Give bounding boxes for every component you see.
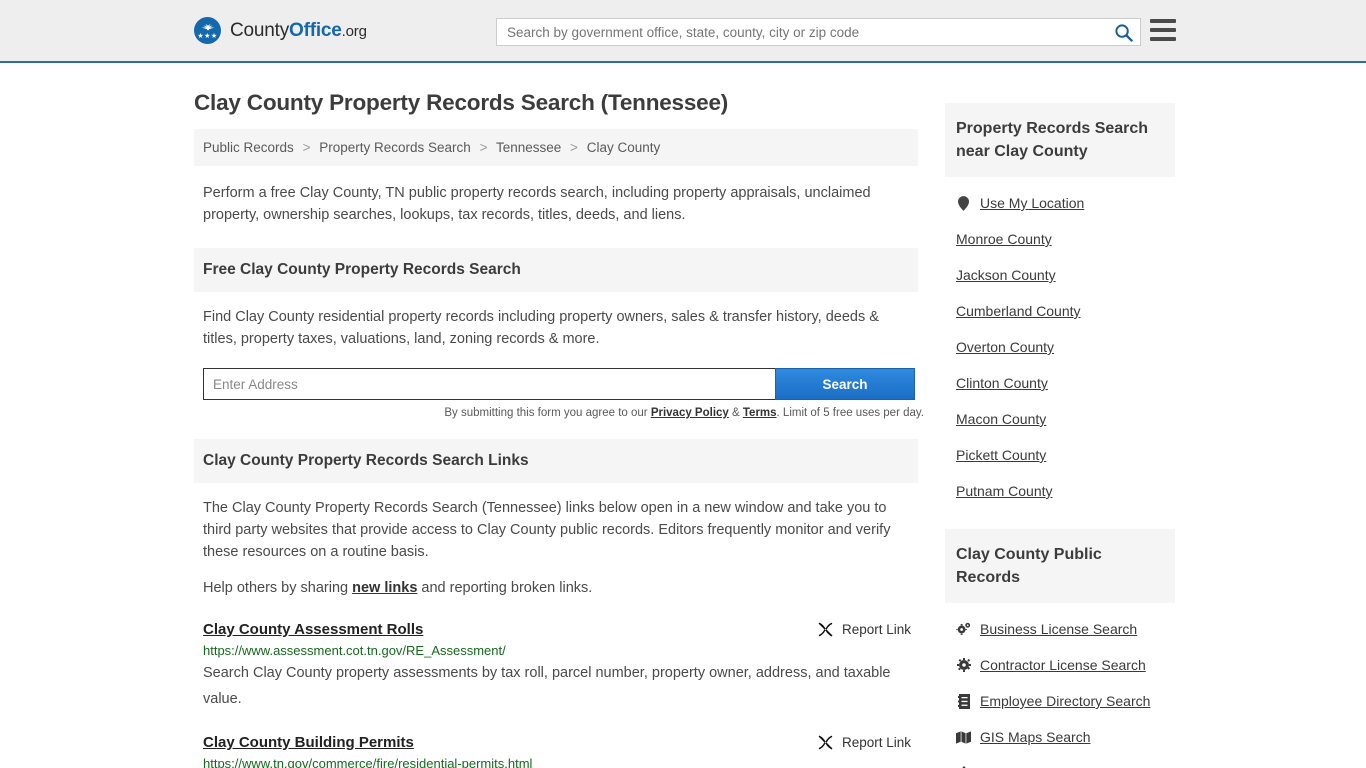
cog-icon [956, 658, 971, 672]
address-search-button[interactable]: Search [775, 368, 915, 400]
sidebar-item-jackson-county[interactable]: Jackson County [945, 257, 1175, 293]
free-search-description: Find Clay County residential property re… [203, 309, 879, 347]
county-office-seal-icon: ★★★ [194, 17, 221, 44]
brand-wordmark: CountyOffice.org [230, 20, 367, 42]
sidebar-item-gis-maps-search[interactable]: GIS Maps Search [945, 719, 1175, 755]
broken-link-icon [818, 735, 833, 750]
sidebar-item-land-records-search[interactable]: Land Records Search [945, 755, 1175, 768]
sidebar-link-label[interactable]: Use My Location [980, 195, 1084, 211]
sidebar-link-label[interactable]: Putnam County [956, 483, 1053, 499]
form-legal-note: By submitting this form you agree to our… [203, 407, 924, 419]
brand-part-office: Office [289, 19, 342, 41]
legal-note-amp: & [728, 407, 743, 419]
map-pin-icon [956, 195, 971, 211]
sidebar-link-label[interactable]: Business License Search [980, 621, 1137, 637]
sidebar-nearby-list: Use My Location Monroe County Jackson Co… [945, 185, 1175, 509]
report-link-button[interactable]: Report Link [817, 621, 915, 638]
main-column: Clay County Property Records Search (Ten… [194, 63, 924, 768]
breadcrumb-item-clay-county: Clay County [586, 140, 661, 155]
sidebar-link-label[interactable]: Macon County [956, 411, 1046, 427]
content-container: Clay County Property Records Search (Ten… [194, 63, 1175, 768]
report-link-label: Report Link [841, 735, 911, 750]
resource-link-header: Clay County Building Permits Report Link [203, 734, 915, 751]
resource-link-entry: Clay County Building Permits Report Link… [203, 734, 915, 768]
sidebar: Property Records Search near Clay County… [945, 63, 1175, 768]
seal-stars: ★★★ [197, 33, 218, 40]
hamburger-menu-icon[interactable] [1150, 19, 1176, 41]
brand-part-county: County [230, 19, 290, 41]
terms-link[interactable]: Terms [743, 407, 777, 419]
resource-link-title[interactable]: Clay County Building Permits [203, 734, 414, 751]
resource-link-description: Search Clay County property assessments … [203, 665, 891, 707]
breadcrumb-separator-3: > [570, 140, 578, 155]
global-search-input[interactable] [497, 19, 1106, 45]
breadcrumb-separator-1: > [302, 140, 311, 155]
sidebar-link-label[interactable]: Cumberland County [956, 303, 1081, 319]
broken-link-icon [818, 622, 833, 637]
sidebar-link-label[interactable]: Contractor License Search [980, 657, 1146, 673]
sidebar-item-use-my-location[interactable]: Use My Location [945, 185, 1175, 221]
links-section-help: Help others by sharing new links and rep… [203, 577, 909, 599]
hamburger-bar-3 [1150, 37, 1176, 41]
address-search-form: Search [203, 368, 915, 400]
sidebar-link-label[interactable]: Clinton County [956, 375, 1048, 391]
breadcrumb-item-property-records-search[interactable]: Property Records Search [319, 140, 471, 155]
sidebar-link-label[interactable]: Employee Directory Search [980, 693, 1150, 709]
sidebar-item-pickett-county[interactable]: Pickett County [945, 437, 1175, 473]
breadcrumb-item-tennessee[interactable]: Tennessee [496, 140, 561, 155]
privacy-policy-link[interactable]: Privacy Policy [651, 407, 729, 419]
legal-note-suffix: . Limit of 5 free uses per day. [776, 407, 924, 419]
legal-note-prefix: By submitting this form you agree to our [444, 407, 651, 419]
sidebar-link-label[interactable]: GIS Maps Search [980, 729, 1091, 745]
resource-link-url: https://www.tn.gov/commerce/fire/residen… [203, 756, 533, 768]
sidebar-link-label[interactable]: Pickett County [956, 447, 1046, 463]
cogs-icon [956, 622, 971, 636]
sidebar-item-employee-directory-search[interactable]: Employee Directory Search [945, 683, 1175, 719]
links-section-intro: The Clay County Property Records Search … [203, 500, 891, 560]
search-icon [1114, 23, 1133, 42]
resource-link-entry: Clay County Assessment Rolls Report Link… [203, 621, 915, 712]
sidebar-item-putnam-county[interactable]: Putnam County [945, 473, 1175, 509]
sidebar-item-business-license-search[interactable]: Business License Search [945, 611, 1175, 647]
breadcrumb-separator-2: > [479, 140, 488, 155]
sidebar-item-macon-county[interactable]: Macon County [945, 401, 1175, 437]
resource-link-header: Clay County Assessment Rolls Report Link [203, 621, 915, 638]
sidebar-link-label[interactable]: Overton County [956, 339, 1054, 355]
sidebar-link-label[interactable]: Jackson County [956, 267, 1056, 283]
breadcrumb: Public Records > Property Records Search… [194, 129, 918, 166]
sidebar-item-monroe-county[interactable]: Monroe County [945, 221, 1175, 257]
page-body: Clay County Property Records Search (Ten… [0, 63, 1366, 768]
sidebar-link-label[interactable]: Monroe County [956, 231, 1052, 247]
address-book-icon [956, 693, 971, 709]
help-suffix: and reporting broken links. [417, 580, 593, 596]
sidebar-item-clinton-county[interactable]: Clinton County [945, 365, 1175, 401]
new-links-link[interactable]: new links [352, 580, 417, 596]
global-search-button[interactable] [1106, 19, 1140, 45]
brand-part-org: .org [341, 22, 367, 40]
sidebar-nearby-heading: Property Records Search near Clay County [945, 103, 1175, 177]
page-lead-text: Perform a free Clay County, TN public pr… [203, 185, 871, 223]
map-icon [956, 730, 971, 744]
resource-link-title[interactable]: Clay County Assessment Rolls [203, 621, 423, 638]
resource-link-url: https://www.assessment.cot.tn.gov/RE_Ass… [203, 643, 506, 658]
address-input[interactable] [203, 368, 775, 400]
site-logo-link[interactable]: ★★★ CountyOffice.org [194, 17, 367, 44]
site-header: ★★★ CountyOffice.org [0, 0, 1366, 63]
breadcrumb-item-public-records[interactable]: Public Records [203, 140, 294, 155]
sidebar-public-records-list: Business License Search Contractor Licen… [945, 611, 1175, 768]
sidebar-item-cumberland-county[interactable]: Cumberland County [945, 293, 1175, 329]
eagle-glyph [201, 24, 214, 31]
sidebar-item-contractor-license-search[interactable]: Contractor License Search [945, 647, 1175, 683]
global-search-box[interactable] [496, 18, 1141, 46]
report-link-button[interactable]: Report Link [817, 734, 915, 751]
sidebar-public-records-heading: Clay County Public Records [945, 529, 1175, 603]
page-title: Clay County Property Records Search (Ten… [194, 90, 729, 115]
report-link-label: Report Link [841, 622, 911, 637]
links-section-heading: Clay County Property Records Search Link… [194, 439, 918, 483]
sidebar-item-overton-county[interactable]: Overton County [945, 329, 1175, 365]
hamburger-bar-2 [1150, 28, 1176, 32]
help-prefix: Help others by sharing [203, 580, 353, 596]
free-search-heading: Free Clay County Property Records Search [194, 248, 918, 292]
hamburger-bar-1 [1150, 19, 1176, 23]
